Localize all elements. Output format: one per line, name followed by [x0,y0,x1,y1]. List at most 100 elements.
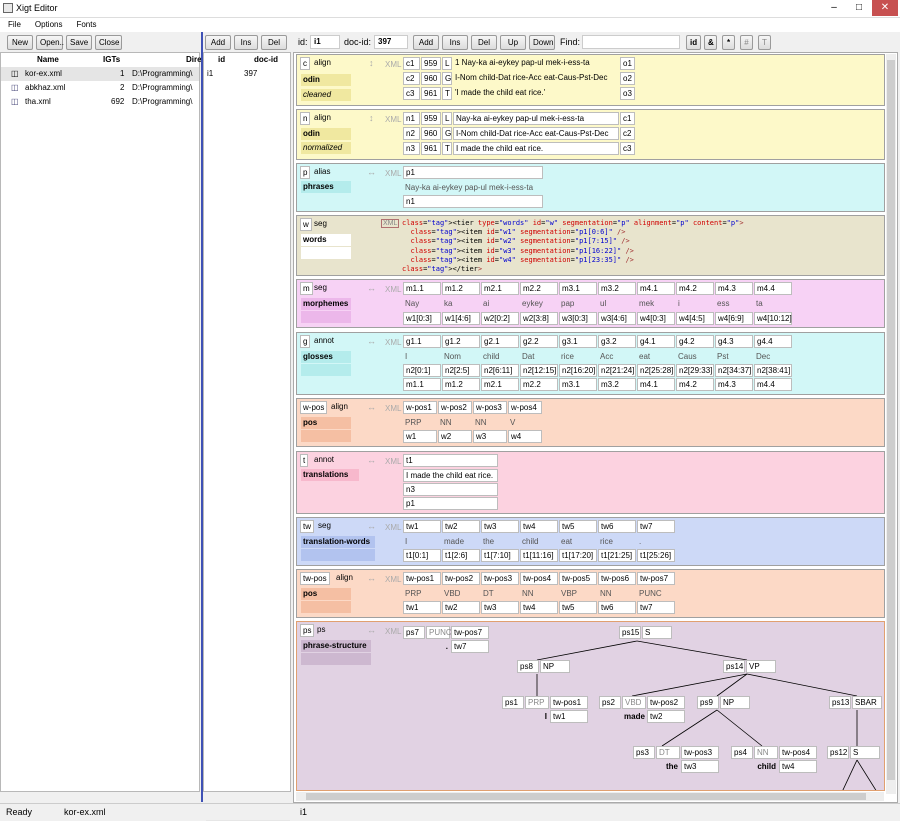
tier-w[interactable]: w seg words XML class="tag"><tier type="… [296,215,885,276]
item-id[interactable]: tw5 [559,520,597,533]
tree-node-id[interactable]: ps3 [633,746,655,759]
tree-node-ref[interactable]: tw-pos1 [550,696,588,709]
col-doc-id[interactable]: doc-id [254,55,278,64]
find-id-toggle[interactable]: id [686,35,701,50]
item-ref[interactable]: tw5 [559,601,597,614]
item-ref[interactable]: t1[7:10] [481,549,519,562]
tree-node-label[interactable]: DT [656,746,680,759]
tier-tw-pos[interactable]: tw-pos align pos ↔ XML tw-pos1 PRP tw1 tw-p… [296,569,885,618]
item-id[interactable]: g2.2 [520,335,558,348]
item-ref[interactable]: n2[0:1] [403,364,441,377]
item-id[interactable]: g1.2 [442,335,480,348]
item-ref[interactable]: m1.2 [442,378,480,391]
line-tag[interactable]: L [442,112,452,125]
item-ref[interactable]: w4 [508,430,542,443]
tier-ps[interactable]: ps ps phrase-structure ↔ XML ps7 PUNC tw-p… [296,621,885,791]
igt-ins-button[interactable]: Ins [234,35,258,50]
item-ref[interactable]: n2[38:41] [754,364,792,377]
tree-node-id[interactable]: ps2 [599,696,621,709]
item-ref[interactable]: n2[25:28] [637,364,675,377]
item-id[interactable]: tw-pos7 [637,572,675,585]
item-ref[interactable]: w4[0:3] [637,312,675,325]
tier-tw[interactable]: tw seg translation-words ↔ XML tw1 It1[0:… [296,517,885,566]
tree-word-ref[interactable]: tw2 [647,710,685,723]
item-id[interactable]: c2 [403,72,420,85]
find-star-toggle[interactable]: * [722,35,735,50]
file-row[interactable]: ◫ tha.xml 692 D:\Programming\ [1,95,199,109]
col-name[interactable]: Name [37,55,59,64]
menu-fonts[interactable]: Fonts [76,20,96,29]
open-button[interactable]: Open.. [36,35,64,50]
menu-file[interactable]: File [8,20,21,29]
tree-node-label[interactable]: NP [720,696,750,709]
item-ref[interactable]: n2[34:37] [715,364,753,377]
line-tag[interactable]: T [442,142,452,155]
alignment-ref[interactable]: c1 [620,112,635,125]
item-ref[interactable]: w1 [403,430,437,443]
item-id[interactable]: c3 [403,87,420,100]
item-ref[interactable]: m4.4 [754,378,792,391]
col-igts[interactable]: IGTs [103,55,120,64]
igt-id-field[interactable]: i1 [310,35,340,49]
item-ref[interactable]: tw1 [403,601,441,614]
item-ref[interactable]: tw3 [481,601,519,614]
item-id[interactable]: m4.4 [754,282,792,295]
tree-node-label[interactable]: PUNC [426,626,452,639]
tree-node-id[interactable]: ps8 [517,660,539,673]
item-id[interactable]: g4.2 [676,335,714,348]
tree-node-id[interactable]: ps14 [723,660,745,673]
item-id[interactable]: m4.2 [676,282,714,295]
menu-options[interactable]: Options [35,20,63,29]
item-ref[interactable]: m3.1 [559,378,597,391]
item-id[interactable]: g2.1 [481,335,519,348]
item-ref[interactable]: w2 [438,430,472,443]
item-id[interactable]: g4.1 [637,335,675,348]
item-ref[interactable]: w4[4:5] [676,312,714,325]
tier-g[interactable]: g annot glosses ↔ XML g1.1 In2[0:1] m1.1 g1… [296,332,885,395]
item-ref[interactable]: t1[17:20] [559,549,597,562]
item-ref[interactable]: w3[0:3] [559,312,597,325]
item-id[interactable]: g3.1 [559,335,597,348]
item-ref[interactable]: n2[6:11] [481,364,519,377]
igt-row[interactable]: i1 397 [204,67,290,81]
item-id[interactable]: w-pos4 [508,401,542,414]
line-number[interactable]: 960 [421,127,441,140]
tree-node-ref[interactable]: tw-pos3 [681,746,719,759]
alignment-ref[interactable]: c3 [620,142,635,155]
alignment-ref[interactable]: o2 [620,72,635,85]
line-number[interactable]: 961 [421,142,441,155]
vertical-scrollbar[interactable] [886,54,896,794]
item-ref[interactable]: n2[29:33] [676,364,714,377]
tier-w-pos[interactable]: w-pos align pos ↔ XML w-pos1 PRP w1 w-pos2 N… [296,398,885,447]
line-tag[interactable]: G [442,127,452,140]
tree-node-ref[interactable]: tw-pos4 [779,746,817,759]
item-ref[interactable]: tw4 [520,601,558,614]
tree-node-label[interactable]: VBD [622,696,646,709]
item-ref[interactable]: m4.2 [676,378,714,391]
item-ref[interactable]: w4[10:12] [754,312,792,325]
item-id[interactable]: tw6 [598,520,636,533]
tree-node-id[interactable]: ps12 [827,746,849,759]
col-id[interactable]: id [218,55,225,64]
col-dir[interactable]: Dire [186,55,202,64]
item-ref[interactable]: t1[2:6] [442,549,480,562]
tree-word-ref[interactable]: tw7 [451,640,489,653]
tree-node-label[interactable]: NP [540,660,570,673]
minimize-button[interactable]: – [822,0,846,16]
find-hash-toggle[interactable]: # [740,35,753,50]
tier-up-button[interactable]: Up [500,35,526,50]
file-row[interactable]: ◫ abkhaz.xml 2 D:\Programming\ [1,81,199,95]
find-input[interactable] [582,35,680,49]
item-id[interactable]: g1.1 [403,335,441,348]
item-id[interactable]: tw-pos5 [559,572,597,585]
item-id[interactable]: m1.1 [403,282,441,295]
file-row[interactable]: ◫ kor-ex.xml 1 D:\Programming\ [1,67,199,81]
tier-ins-button[interactable]: Ins [442,35,468,50]
line-number[interactable]: 960 [421,72,441,85]
tree-node-label[interactable]: S [850,746,880,759]
item-id[interactable]: g4.3 [715,335,753,348]
item-ref[interactable]: w1[4:6] [442,312,480,325]
close-button[interactable]: Close [95,35,122,50]
alignment-ref[interactable]: c2 [620,127,635,140]
tree-node-ref[interactable]: tw-pos7 [451,626,489,639]
